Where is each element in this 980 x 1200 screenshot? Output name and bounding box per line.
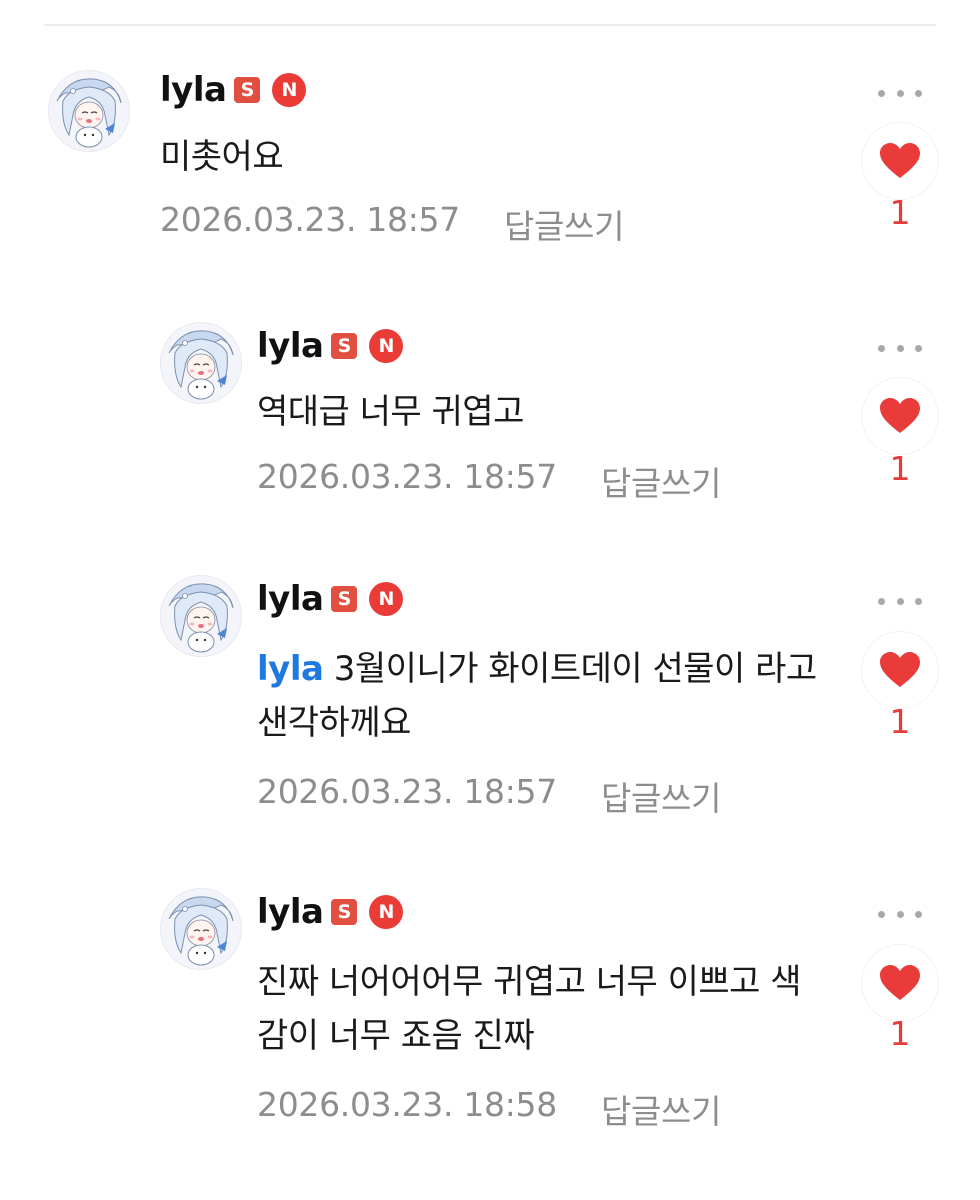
more-dots-icon[interactable] bbox=[878, 83, 922, 103]
heart-icon bbox=[880, 965, 920, 1000]
comment-header: lyla S N bbox=[257, 324, 404, 368]
like-count: 1 bbox=[889, 1014, 911, 1053]
new-badge: N bbox=[272, 73, 307, 107]
comment-date: 2026.03.23. 18:58 bbox=[257, 1085, 557, 1124]
more-dots-icon[interactable] bbox=[878, 338, 922, 358]
heart-icon bbox=[880, 143, 920, 178]
comment-header: lyla S N bbox=[257, 890, 404, 934]
more-dots-icon[interactable] bbox=[878, 591, 922, 611]
heart-icon bbox=[880, 652, 920, 687]
like-button[interactable] bbox=[862, 632, 938, 708]
avatar[interactable] bbox=[160, 888, 242, 970]
nickname[interactable]: lyla bbox=[257, 892, 324, 932]
comment-header: lyla S N bbox=[160, 68, 307, 112]
comment-text: 진짜 너어어어무 귀엽고 너무 이쁘고 색감이 너무 죠음 진짜 bbox=[257, 955, 827, 1063]
avatar-image bbox=[161, 323, 241, 403]
comment-date: 2026.03.23. 18:57 bbox=[160, 200, 460, 239]
new-badge: N bbox=[369, 895, 404, 929]
nickname[interactable]: lyla bbox=[160, 70, 227, 110]
avatar-image bbox=[49, 71, 129, 151]
avatar[interactable] bbox=[48, 70, 130, 152]
avatar[interactable] bbox=[160, 575, 242, 657]
top-divider bbox=[44, 24, 936, 26]
comment-body: 진짜 너어어어무 귀엽고 너무 이쁘고 색감이 너무 죠음 진짜 bbox=[257, 962, 802, 1056]
comment-body: 미촛어요 bbox=[160, 137, 284, 177]
like-count: 1 bbox=[889, 193, 911, 232]
like-button[interactable] bbox=[862, 123, 938, 199]
comment-meta: 2026.03.23. 18:57 답글쓰기 bbox=[257, 457, 721, 505]
comment-body: 3월이니가 화이트데이 선물이 라고 샌각하께요 bbox=[257, 649, 817, 743]
comment-meta: 2026.03.23. 18:58 답글쓰기 bbox=[257, 1085, 721, 1133]
comment-text: 미촛어요 bbox=[160, 130, 740, 184]
staff-badge: S bbox=[234, 77, 261, 103]
staff-badge: S bbox=[331, 586, 358, 612]
comment-text: 역대급 너무 귀엽고 bbox=[257, 385, 837, 439]
comment-date: 2026.03.23. 18:57 bbox=[257, 457, 557, 496]
like-count: 1 bbox=[889, 449, 911, 488]
reply-button[interactable]: 답글쓰기 bbox=[601, 457, 722, 505]
comment-text: lyla 3월이니가 화이트데이 선물이 라고 샌각하께요 bbox=[257, 642, 827, 750]
reply-button[interactable]: 답글쓰기 bbox=[601, 1085, 722, 1133]
like-count: 1 bbox=[889, 702, 911, 741]
reply-button[interactable]: 답글쓰기 bbox=[601, 772, 722, 820]
like-button[interactable] bbox=[862, 945, 938, 1021]
new-badge: N bbox=[369, 582, 404, 616]
comment-header: lyla S N bbox=[257, 577, 404, 621]
comment-body: 역대급 너무 귀엽고 bbox=[257, 392, 524, 432]
new-badge: N bbox=[369, 329, 404, 363]
avatar-image bbox=[161, 576, 241, 656]
mention-link[interactable]: lyla bbox=[257, 649, 324, 689]
staff-badge: S bbox=[331, 333, 358, 359]
heart-icon bbox=[880, 398, 920, 433]
nickname[interactable]: lyla bbox=[257, 579, 324, 619]
reply-button[interactable]: 답글쓰기 bbox=[504, 200, 625, 248]
like-button[interactable] bbox=[862, 378, 938, 454]
staff-badge: S bbox=[331, 899, 358, 925]
more-dots-icon[interactable] bbox=[878, 904, 922, 924]
avatar-image bbox=[161, 889, 241, 969]
nickname[interactable]: lyla bbox=[257, 326, 324, 366]
avatar[interactable] bbox=[160, 322, 242, 404]
comment-date: 2026.03.23. 18:57 bbox=[257, 772, 557, 811]
comment-meta: 2026.03.23. 18:57 답글쓰기 bbox=[257, 772, 721, 820]
comment-meta: 2026.03.23. 18:57 답글쓰기 bbox=[160, 200, 624, 248]
